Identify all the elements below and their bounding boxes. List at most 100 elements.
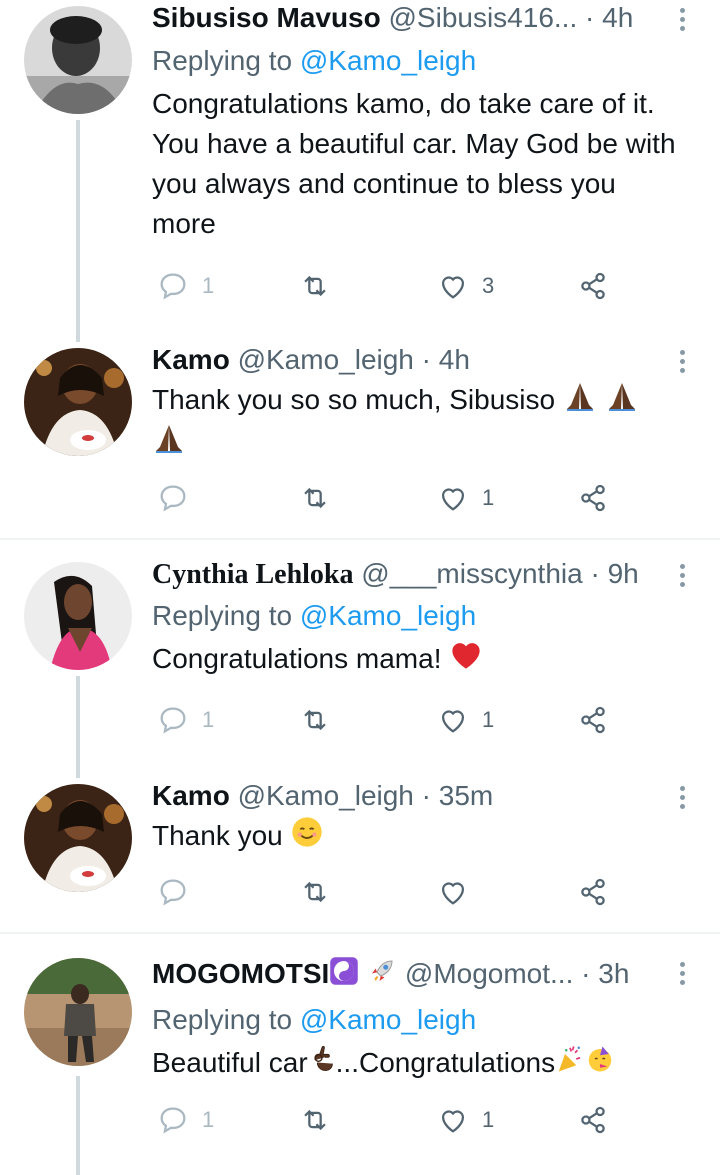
like-button[interactable]: 1 — [436, 478, 494, 518]
replying-label: Replying to — [152, 1004, 293, 1036]
display-name[interactable]: Kamo — [152, 344, 230, 375]
separator-dot: · — [421, 344, 431, 375]
username[interactable]: @___misscynthia — [361, 558, 582, 589]
like-button[interactable] — [436, 872, 470, 912]
tweet-text-body: Thank you so so much, Sibusiso — [152, 384, 556, 415]
rocket-emoji — [367, 956, 397, 995]
thread-line — [76, 1076, 80, 1175]
share-button[interactable] — [576, 266, 610, 306]
reply-count: 1 — [202, 273, 215, 298]
thread-line — [76, 676, 80, 778]
tweet-header: Sibusiso Mavuso @Sibusis416... · 4h — [152, 0, 676, 36]
timestamp[interactable]: 9h — [608, 558, 639, 589]
retweet-icon — [304, 709, 326, 731]
tweet-header: Kamo @Kamo_leigh · 4h — [152, 342, 676, 378]
timestamp[interactable]: 3h — [598, 958, 629, 989]
party-face-emoji — [585, 1044, 615, 1085]
like-icon — [441, 710, 465, 733]
share-button[interactable] — [576, 700, 610, 740]
praying-hands-emoji — [563, 381, 597, 422]
avatar-kamo[interactable] — [24, 784, 132, 892]
retweet-icon — [304, 487, 326, 509]
retweet-button[interactable] — [298, 1100, 332, 1140]
timestamp[interactable]: 4h — [439, 344, 470, 375]
tweet-content: MOGOMOTSI @Mogomot... · 3h Replying to @… — [152, 956, 676, 1085]
retweet-button[interactable] — [298, 872, 332, 912]
reply-button[interactable] — [156, 872, 190, 912]
tweet-actions — [152, 872, 632, 912]
like-button[interactable]: 3 — [436, 266, 494, 306]
username[interactable]: @Kamo_leigh — [238, 780, 414, 811]
tweet-header: MOGOMOTSI @Mogomot... · 3h — [152, 956, 676, 995]
username[interactable]: @Mogomot... — [405, 958, 573, 989]
reply-button[interactable] — [156, 478, 190, 518]
retweet-icon — [304, 1109, 326, 1131]
like-count: 1 — [482, 485, 495, 510]
mention-link[interactable]: @Kamo_leigh — [300, 45, 476, 76]
tweet-content: Sibusiso Mavuso @Sibusis416... · 4h Repl… — [152, 0, 676, 244]
tweet-actions: 1 1 — [152, 700, 632, 740]
separator-dot: · — [590, 558, 600, 589]
retweet-button[interactable] — [298, 478, 332, 518]
share-button[interactable] — [576, 478, 610, 518]
tweet-header: Kamo @Kamo_leigh · 35m — [152, 778, 676, 814]
confetti-emoji — [555, 1044, 585, 1085]
share-icon — [581, 706, 605, 734]
timestamp[interactable]: 35m — [439, 780, 493, 811]
display-name[interactable]: MOGOMOTSI — [152, 958, 329, 989]
more-icon[interactable] — [680, 962, 686, 989]
divider — [0, 538, 720, 540]
replying-label: Replying to — [152, 600, 293, 631]
tweet-content: Cynthia Lehloka @___misscynthia · 9h Rep… — [152, 556, 676, 681]
tweet-text-body: Thank you — [152, 820, 283, 851]
display-name[interactable]: Cynthia Lehloka — [152, 559, 354, 590]
more-icon[interactable] — [680, 350, 686, 377]
thread-line — [76, 120, 80, 342]
tweet-actions: 1 1 — [152, 1100, 632, 1140]
share-button[interactable] — [576, 872, 610, 912]
reply-button[interactable]: 1 — [156, 1100, 214, 1140]
username[interactable]: @Sibusis416... — [389, 2, 578, 33]
tweet-content: Kamo @Kamo_leigh · 35m Thank you — [152, 778, 676, 859]
reply-count: 1 — [202, 1107, 215, 1132]
separator-dot: · — [421, 780, 431, 811]
avatar-kamo[interactable] — [24, 348, 132, 456]
more-icon[interactable] — [680, 786, 686, 813]
replying-to: Replying to @Kamo_leigh — [152, 1001, 676, 1039]
divider — [0, 932, 720, 934]
more-icon[interactable] — [680, 8, 686, 35]
reply-button[interactable]: 1 — [156, 266, 214, 306]
praying-hands-emoji — [152, 423, 186, 464]
tweet-content: Kamo @Kamo_leigh · 4h Thank you so so mu… — [152, 342, 676, 464]
share-icon — [581, 878, 605, 906]
like-button[interactable]: 1 — [436, 1100, 494, 1140]
retweet-button[interactable] — [298, 266, 332, 306]
like-icon — [441, 276, 465, 299]
like-icon — [441, 1110, 465, 1133]
praying-hands-emoji — [605, 381, 639, 422]
more-icon[interactable] — [680, 564, 686, 591]
share-icon — [581, 1106, 605, 1134]
display-name[interactable]: Kamo — [152, 780, 230, 811]
display-name[interactable]: Sibusiso Mavuso — [152, 2, 381, 33]
like-button[interactable]: 1 — [436, 700, 494, 740]
tweet-text-body: Congratulations mama! — [152, 643, 442, 674]
reply-button[interactable]: 1 — [156, 700, 214, 740]
reply-icon — [160, 485, 186, 512]
username[interactable]: @Kamo_leigh — [238, 344, 414, 375]
tweet-text: Beautiful car ...Congratulations — [152, 1043, 676, 1085]
tweet-text: Congratulations kamo, do take care of it… — [152, 88, 676, 239]
retweet-button[interactable] — [298, 700, 332, 740]
yin-yang-emoji — [329, 956, 359, 995]
separator-dot: · — [581, 958, 591, 989]
timestamp[interactable]: 4h — [602, 2, 633, 33]
mention-link[interactable]: @Kamo_leigh — [300, 600, 476, 631]
avatar-mogomotsi[interactable] — [24, 958, 132, 1066]
tweet-text-part-2: ...Congratulations — [335, 1047, 556, 1079]
retweet-icon — [304, 275, 326, 297]
share-button[interactable] — [576, 1100, 610, 1140]
ok-hand-emoji — [308, 1044, 336, 1085]
avatar-cynthia[interactable] — [24, 562, 132, 670]
mention-link[interactable]: @Kamo_leigh — [300, 1004, 476, 1035]
avatar-sibusiso[interactable] — [24, 6, 132, 114]
